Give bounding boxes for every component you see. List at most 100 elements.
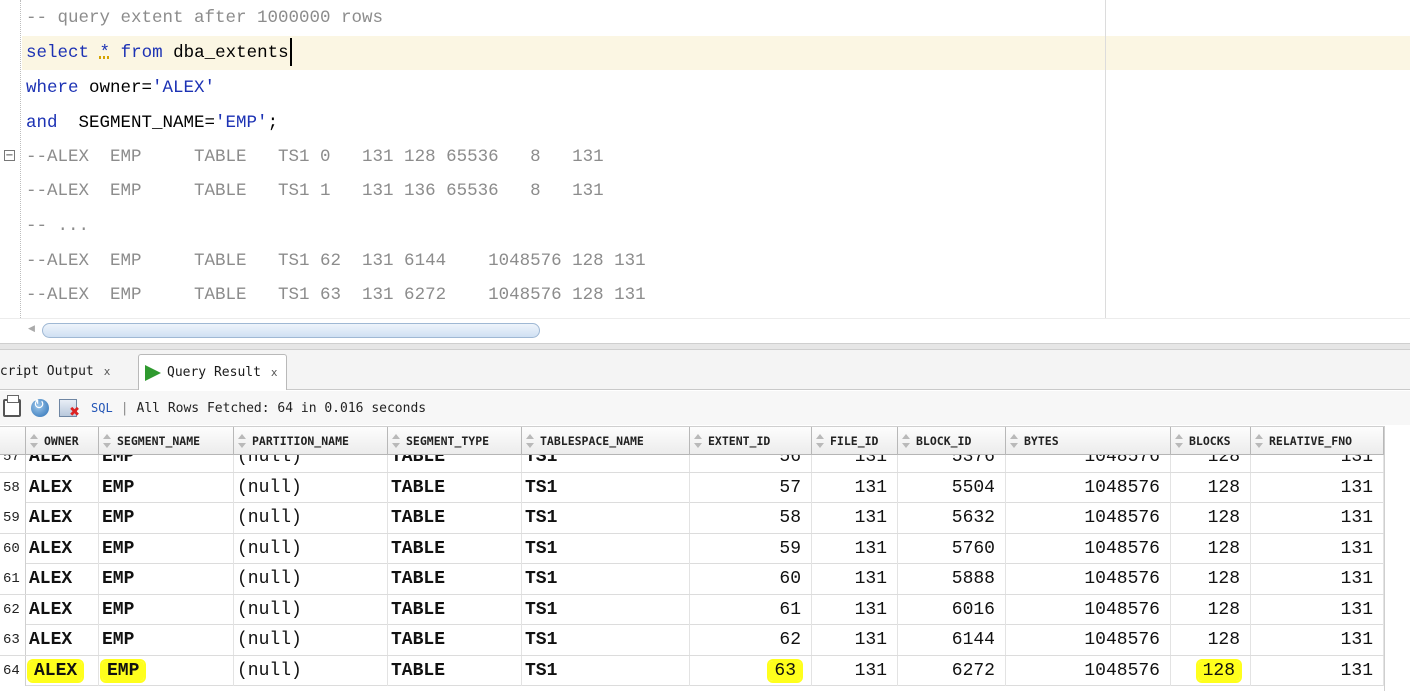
cell-extent-id[interactable]: 60 [690, 564, 812, 594]
cell-segment-name[interactable]: EMP [99, 594, 234, 625]
print-icon[interactable] [3, 395, 21, 417]
cell-bytes[interactable]: 1048576 [1006, 533, 1171, 564]
table-row[interactable]: 58 ALEX EMP (null) TABLE TS1 57 131 5504 1048576 1… [0, 472, 1410, 503]
cancel-query-icon[interactable] [59, 399, 80, 420]
tab-query-result[interactable]: Query Result x [138, 354, 287, 390]
cell-relative-fno[interactable]: 131 [1251, 564, 1384, 594]
column-header-owner[interactable]: OWNER [26, 427, 99, 455]
sql-link[interactable]: SQL [91, 401, 113, 415]
cell-bytes[interactable]: 1048576 [1006, 455, 1171, 472]
cell-owner[interactable]: ALEX [26, 472, 99, 503]
code-line-3[interactable]: where owner='ALEX' [26, 71, 215, 106]
code-line-9[interactable]: --ALEX EMP TABLE TS1 63 131 6272 1048576… [26, 278, 646, 313]
column-header-extent-id[interactable]: EXTENT_ID [690, 427, 812, 455]
cell-blocks[interactable]: 128 [1171, 564, 1251, 594]
sort-icon[interactable] [901, 434, 912, 448]
cell-partition-name[interactable]: (null) [234, 503, 388, 533]
scrollbar-thumb[interactable] [42, 323, 540, 338]
cell-block-id[interactable]: 6144 [898, 625, 1006, 655]
close-tab-icon[interactable]: x [104, 365, 111, 378]
cell-partition-name[interactable]: (null) [234, 533, 388, 564]
cell-block-id[interactable]: 5504 [898, 472, 1006, 503]
cell-segment-type[interactable]: TABLE [388, 655, 522, 686]
sort-icon[interactable] [693, 434, 704, 448]
table-row[interactable]: 63 ALEX EMP (null) TABLE TS1 62 131 6144 1048576 1… [0, 625, 1410, 656]
sort-icon[interactable] [1009, 434, 1020, 448]
cell-segment-name[interactable]: EMP [99, 455, 234, 472]
cell-blocks[interactable]: 128 [1171, 533, 1251, 564]
column-header-tablespace-name[interactable]: TABLESPACE_NAME [522, 427, 690, 455]
cell-relative-fno[interactable]: 131 [1251, 472, 1384, 503]
column-header-segment-name[interactable]: SEGMENT_NAME [99, 427, 234, 455]
cell-tablespace-name[interactable]: TS1 [522, 503, 690, 533]
cell-file-id[interactable]: 131 [812, 533, 898, 564]
cell-bytes[interactable]: 1048576 [1006, 564, 1171, 594]
cell-blocks[interactable]: 128 [1171, 472, 1251, 503]
cell-relative-fno[interactable]: 131 [1251, 503, 1384, 533]
cell-bytes[interactable]: 1048576 [1006, 503, 1171, 533]
code-line-1[interactable]: -- query extent after 1000000 rows [26, 1, 383, 36]
tab-script-output[interactable]: Script Output x [0, 354, 110, 388]
column-header-block-id[interactable]: BLOCK_ID [898, 427, 1006, 455]
cell-owner[interactable]: ALEX [26, 625, 99, 655]
cell-segment-name[interactable]: EMP [99, 564, 234, 594]
cell-partition-name[interactable]: (null) [234, 655, 388, 686]
cell-file-id[interactable]: 131 [812, 455, 898, 472]
cell-relative-fno[interactable]: 131 [1251, 625, 1384, 655]
sort-icon[interactable] [815, 434, 826, 448]
cell-owner[interactable]: ALEX [26, 503, 99, 533]
cell-blocks[interactable]: 128 [1171, 655, 1251, 686]
cell-extent-id[interactable]: 61 [690, 594, 812, 625]
cell-extent-id[interactable]: 57 [690, 472, 812, 503]
cell-file-id[interactable]: 131 [812, 503, 898, 533]
sort-icon[interactable] [237, 434, 248, 448]
cell-partition-name[interactable]: (null) [234, 625, 388, 655]
cell-tablespace-name[interactable]: TS1 [522, 564, 690, 594]
cell-tablespace-name[interactable]: TS1 [522, 455, 690, 472]
sort-icon[interactable] [1254, 434, 1265, 448]
sort-icon[interactable] [525, 434, 536, 448]
cell-tablespace-name[interactable]: TS1 [522, 472, 690, 503]
cell-partition-name[interactable]: (null) [234, 455, 388, 472]
cell-blocks[interactable]: 128 [1171, 455, 1251, 472]
code-line-2[interactable]: select * from dba_extents [26, 36, 292, 71]
cell-extent-id[interactable]: 63 [690, 655, 812, 686]
code-line-5[interactable]: --ALEX EMP TABLE TS1 0 131 128 65536 8 1… [26, 140, 604, 175]
cell-file-id[interactable]: 131 [812, 594, 898, 625]
cell-owner[interactable]: ALEX [26, 594, 99, 625]
cell-segment-type[interactable]: TABLE [388, 533, 522, 564]
cell-extent-id[interactable]: 58 [690, 503, 812, 533]
cell-blocks[interactable]: 128 [1171, 503, 1251, 533]
cell-blocks[interactable]: 128 [1171, 594, 1251, 625]
sort-icon[interactable] [102, 434, 113, 448]
cell-bytes[interactable]: 1048576 [1006, 625, 1171, 655]
cell-bytes[interactable]: 1048576 [1006, 594, 1171, 625]
table-row[interactable]: 62 ALEX EMP (null) TABLE TS1 61 131 6016 1048576 1… [0, 594, 1410, 625]
query-result-grid[interactable]: OWNER SEGMENT_NAME PARTITION_NAME SEGMENT_T… [0, 426, 1410, 691]
editor-horizontal-scrollbar[interactable]: ◀ [0, 318, 1410, 342]
cell-relative-fno[interactable]: 131 [1251, 533, 1384, 564]
cell-segment-type[interactable]: TABLE [388, 503, 522, 533]
column-header-segment-type[interactable]: SEGMENT_TYPE [388, 427, 522, 455]
code-line-8[interactable]: --ALEX EMP TABLE TS1 62 131 6144 1048576… [26, 244, 646, 279]
cell-bytes[interactable]: 1048576 [1006, 655, 1171, 686]
cell-partition-name[interactable]: (null) [234, 472, 388, 503]
cell-file-id[interactable]: 131 [812, 564, 898, 594]
scroll-left-arrow-icon[interactable]: ◀ [28, 324, 35, 334]
column-header-relative-fno[interactable]: RELATIVE_FNO [1251, 427, 1384, 455]
cell-partition-name[interactable]: (null) [234, 594, 388, 625]
cell-block-id[interactable]: 5760 [898, 533, 1006, 564]
sql-editor[interactable]: − -- query extent after 1000000 rows sel… [0, 0, 1410, 350]
table-row[interactable]: 61 ALEX EMP (null) TABLE TS1 60 131 5888 1048576 1… [0, 564, 1410, 595]
cell-owner[interactable]: ALEX [26, 655, 99, 686]
table-row[interactable]: 59 ALEX EMP (null) TABLE TS1 58 131 5632 1048576 1… [0, 503, 1410, 534]
code-line-6[interactable]: --ALEX EMP TABLE TS1 1 131 136 65536 8 1… [26, 174, 604, 209]
column-header-partition-name[interactable]: PARTITION_NAME [234, 427, 388, 455]
cell-file-id[interactable]: 131 [812, 625, 898, 655]
cell-blocks[interactable]: 128 [1171, 625, 1251, 655]
fold-collapse-icon[interactable]: − [4, 150, 15, 161]
cell-extent-id[interactable]: 59 [690, 533, 812, 564]
cell-bytes[interactable]: 1048576 [1006, 472, 1171, 503]
cell-segment-name[interactable]: EMP [99, 503, 234, 533]
cell-relative-fno[interactable]: 131 [1251, 594, 1384, 625]
